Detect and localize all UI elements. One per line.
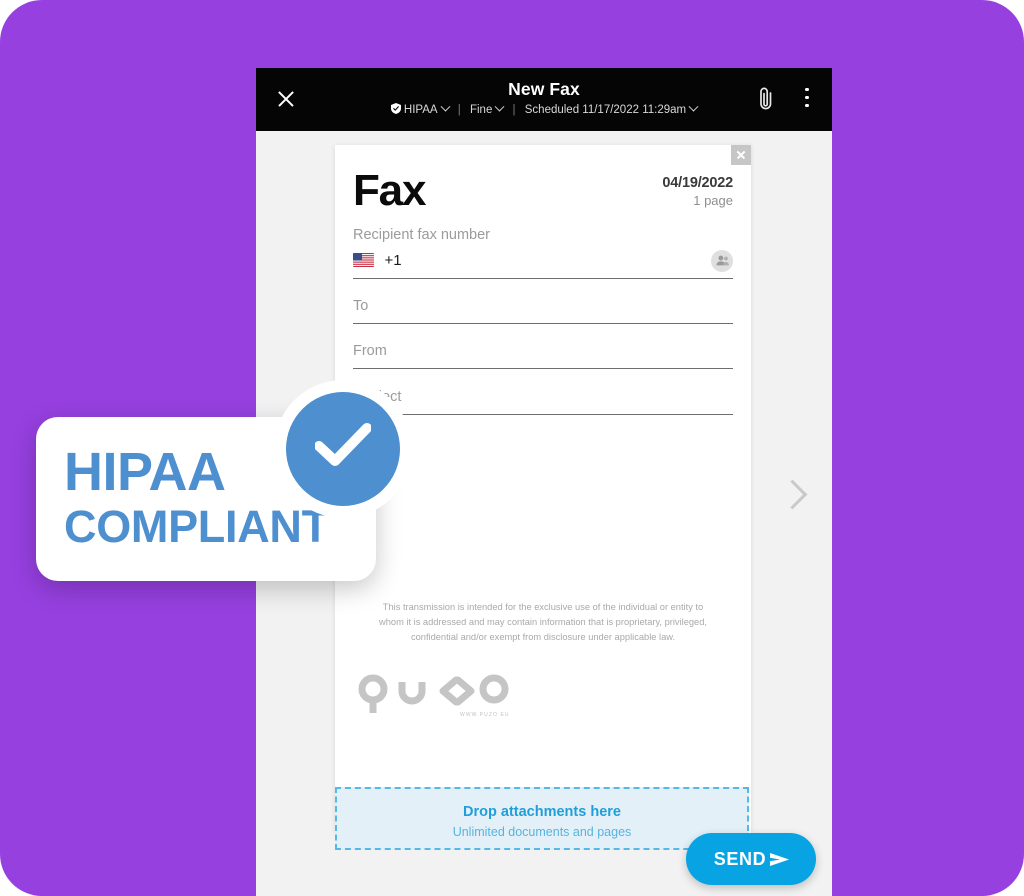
kebab-dot [805, 103, 809, 108]
fax-heading: Fax [353, 166, 426, 215]
close-icon[interactable] [731, 145, 751, 165]
paperclip-icon[interactable] [756, 86, 776, 112]
recipient-underline [353, 278, 733, 280]
send-arrow-icon [770, 853, 789, 866]
options-separator: | [512, 104, 516, 116]
attachment-dropzone[interactable]: Drop attachments here Unlimited document… [335, 787, 749, 850]
check-circle-icon [286, 392, 400, 506]
page-canvas: New Fax HIPAA | Fine | Scheduled 11/17/2… [0, 0, 1024, 896]
subject-underline [353, 414, 733, 416]
hipaa-mode-label: HIPAA [403, 104, 438, 116]
hipaa-compliant-badge: HIPAA COMPLIANT [36, 392, 400, 581]
fax-options-bar: HIPAA | Fine | Scheduled 11/17/2022 11:2… [256, 102, 832, 116]
schedule-label: Scheduled 11/17/2022 11:29am [524, 104, 687, 116]
send-button[interactable]: SEND [686, 833, 816, 885]
kebab-dot [805, 88, 809, 92]
dropzone-title: Drop attachments here [463, 804, 621, 820]
contacts-icon[interactable] [711, 250, 733, 272]
recipient-input-row[interactable]: +1 [353, 250, 733, 274]
chevron-down-icon [494, 102, 505, 113]
app-top-bar: New Fax HIPAA | Fine | Scheduled 11/17/2… [256, 68, 832, 131]
brand-url: WWW.PUZO.EU [460, 712, 510, 718]
shield-check-icon [390, 103, 401, 114]
fax-disclaimer-text: This transmission is intended for the ex… [379, 602, 707, 643]
fax-document-sheet: Fax 04/19/2022 1 page Recipient fax numb… [335, 145, 751, 833]
options-separator: | [457, 104, 461, 116]
hipaa-badge-line1: HIPAA [64, 442, 226, 502]
quality-label: Fine [469, 104, 493, 116]
hipaa-badge-line2: COMPLIANT [64, 501, 329, 552]
from-underline [353, 368, 733, 370]
send-button-label: SEND [713, 849, 767, 869]
recipient-field-label: Recipient fax number [353, 227, 491, 243]
fax-page-count: 1 page [693, 193, 733, 208]
to-field-label[interactable]: To [353, 298, 368, 314]
us-flag-icon [353, 253, 374, 267]
dropzone-subtitle: Unlimited documents and pages [452, 825, 632, 839]
recipient-country-code: +1 [384, 252, 402, 269]
puzo-wordmark-icon [358, 674, 509, 713]
hipaa-mode-selector[interactable]: HIPAA [390, 102, 451, 116]
chevron-down-icon [688, 102, 699, 113]
from-field-label[interactable]: From [353, 343, 387, 359]
kebab-dot [805, 95, 809, 100]
brand-logo: WWW.PUZO.EU [357, 672, 517, 728]
contacts-glyph [715, 255, 729, 266]
checkmark-glyph [315, 423, 371, 466]
page-title: New Fax [508, 79, 580, 99]
to-underline [353, 323, 733, 325]
schedule-selector[interactable]: Scheduled 11/17/2022 11:29am [524, 102, 699, 116]
more-options-icon[interactable] [804, 88, 810, 112]
paperclip-glyph [760, 87, 772, 110]
fax-date: 04/19/2022 [662, 175, 733, 191]
quality-selector[interactable]: Fine [469, 102, 505, 116]
chevron-down-icon [440, 102, 451, 113]
